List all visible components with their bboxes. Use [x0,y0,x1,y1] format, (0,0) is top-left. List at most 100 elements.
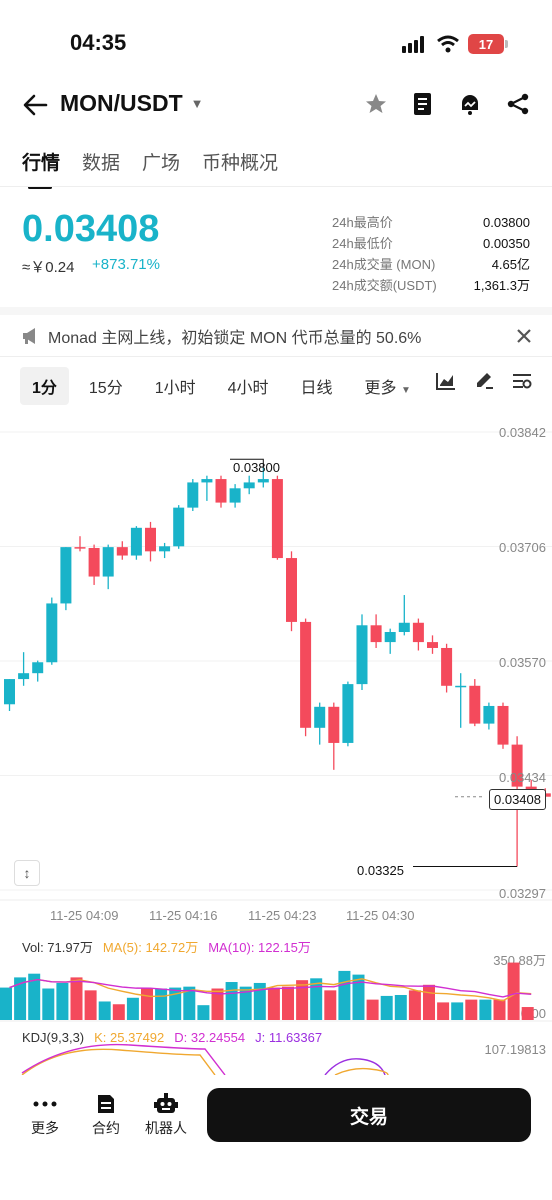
signal-icon [402,36,424,53]
volume-bar [282,986,294,1020]
volume-bar [408,990,421,1020]
candle-body [441,647,453,686]
tab-bar: 行情 数据 广场 币种概况 [22,148,278,189]
more-button[interactable]: 更多 [17,1090,73,1138]
alert-bell-icon[interactable] [458,92,482,116]
stat-value: 0.03800 [483,215,530,230]
interval-bar: 1分 15分 1小时 4小时 日线 更多 ▼ [20,367,431,405]
last-price-marker: 0.03408 [489,789,546,810]
kdj-j-line [324,1058,386,1075]
kdj-d-line [21,1043,226,1075]
candlestick-chart[interactable] [0,410,552,930]
stat-label: 24h最高价 [332,215,393,230]
star-icon[interactable] [364,92,388,116]
volume-bar [98,1001,111,1020]
y-tick: 0.03434 [499,770,546,785]
candle-body [102,547,114,577]
close-icon[interactable] [516,328,532,344]
stat-label: 24h成交量 (MON) [332,257,436,272]
interval-4h[interactable]: 4小时 [216,367,281,405]
indicator-settings-icon[interactable] [512,372,532,390]
megaphone-icon [23,328,35,344]
kdj-k2-line [334,1067,389,1075]
trade-button[interactable]: 交易 [207,1088,531,1142]
stats-panel: 24h最高价 0.03800 24h最低价 0.00350 24h成交量 (MON)… [332,212,530,296]
volume-bar [141,988,153,1020]
candle-body [342,684,354,743]
candle-body [229,488,241,503]
volume-bar [338,970,351,1020]
volume-bar [465,999,478,1020]
more-icon [33,1101,57,1107]
volume-bar [70,977,83,1020]
volume-bar [380,995,393,1020]
high-price-label: 0.03800 [233,460,280,475]
chevron-down-icon: ▼ [401,385,411,396]
candle-body [384,632,396,643]
robot-icon [154,1093,178,1113]
robot-button[interactable]: 机器人 [138,1090,194,1138]
candle-body [300,621,312,728]
y-tick: 0.03297 [499,886,546,901]
last-price: 0.03408 [22,208,160,250]
candle-body [286,558,297,622]
tab-market[interactable]: 行情 [22,148,60,189]
share-icon[interactable] [506,92,530,116]
candle-body [497,705,509,745]
tab-data[interactable]: 数据 [82,148,120,185]
volume-bar [423,984,435,1020]
low-price-label: 0.03325 [357,863,404,878]
chart-type-icon[interactable] [436,372,456,390]
volume-bar [324,990,337,1020]
volume-chart [0,962,552,1075]
back-arrow-icon[interactable] [22,94,48,116]
volume-bar [394,994,407,1020]
draw-tool-icon[interactable] [474,372,494,390]
candle-body [271,479,283,559]
volume-bar [267,987,280,1020]
interval-15m[interactable]: 15分 [77,367,135,405]
volume-bar [296,980,309,1020]
tab-overview[interactable]: 币种概况 [202,148,278,185]
status-icons: 17 [402,34,508,54]
price-change: +873.71% [92,256,160,273]
volume-bar [126,997,139,1020]
interval-1m[interactable]: 1分 [20,367,69,405]
y-tick: 0.03570 [499,655,546,670]
volume-bar [451,1002,464,1020]
volume-bar [112,1004,125,1020]
candle-body [145,527,156,552]
volume-bar [155,988,168,1020]
candle-body [173,507,185,547]
candle-body [427,642,438,648]
kdj-k-line [21,1048,216,1075]
contract-button[interactable]: 合约 [78,1090,134,1138]
candle-body [469,685,481,724]
contract-label: 合约 [92,1120,120,1136]
status-time: 04:35 [70,30,127,55]
candle-body [159,546,171,552]
candle-body [88,547,100,577]
robot-label: 机器人 [145,1120,187,1136]
stat-value: 4.65亿 [491,257,530,272]
tab-square[interactable]: 广场 [142,148,180,185]
interval-1d[interactable]: 日线 [289,367,345,405]
announcement-text: Monad 主网上线，初始锁定 MON 代币总量的 50.6% [48,330,422,347]
volume-bar [493,999,506,1020]
candle-body [370,625,382,643]
pair-selector[interactable]: MON/USDT ▼ [60,90,204,117]
expand-vertical-icon[interactable]: ↕ [14,860,40,886]
announcement-bar[interactable]: Monad 主网上线，初始锁定 MON 代币总量的 50.6% [22,324,532,348]
volume-bar [507,962,520,1020]
candle-body [4,679,15,705]
candle-body [215,479,227,503]
volume-bar [479,999,492,1020]
notes-icon[interactable] [412,92,434,116]
interval-1h[interactable]: 1小时 [143,367,208,405]
pair-name: MON/USDT [60,90,183,116]
candle-body [328,706,340,743]
volume-bar [56,982,69,1020]
interval-more[interactable]: 更多 ▼ [353,367,423,405]
volume-bar [197,1005,210,1020]
candle-body [201,479,213,483]
